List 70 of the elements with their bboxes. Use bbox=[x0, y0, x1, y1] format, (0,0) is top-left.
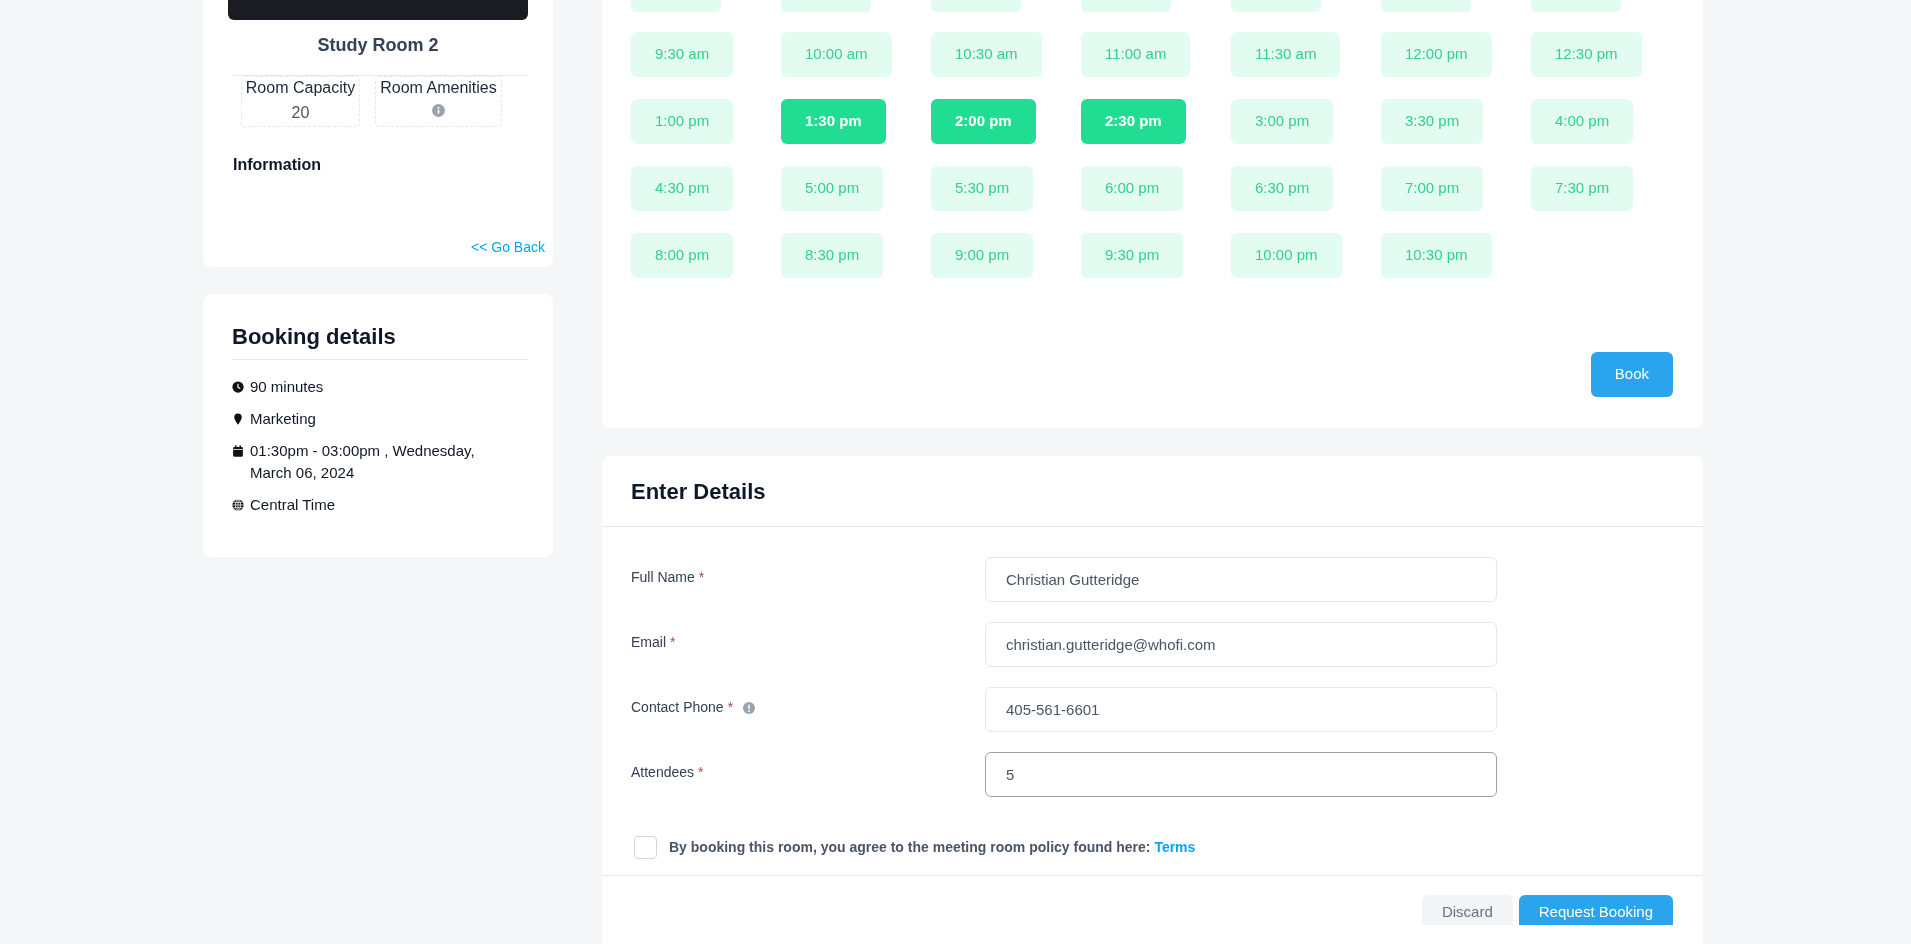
required-mark: * bbox=[727, 698, 734, 717]
time-slot-button[interactable] bbox=[1081, 0, 1171, 12]
agreement-checkbox[interactable] bbox=[634, 835, 657, 859]
time-slot-button[interactable]: 10:30 am bbox=[931, 32, 1042, 77]
capacity-label: Room Capacity bbox=[245, 78, 356, 98]
time-slot-button[interactable]: 1:30 pm bbox=[781, 99, 886, 144]
time-slot-button[interactable]: 9:30 pm bbox=[1081, 233, 1184, 278]
detail-text: Marketing bbox=[250, 409, 316, 429]
time-slot-button[interactable]: 11:00 am bbox=[1081, 32, 1191, 77]
discard-button[interactable]: Discard bbox=[1421, 895, 1513, 925]
information-heading: Information bbox=[233, 155, 322, 175]
info-icon[interactable] bbox=[432, 104, 445, 117]
time-slot-button[interactable] bbox=[781, 0, 871, 12]
time-slot-button[interactable]: 10:00 am bbox=[781, 32, 892, 77]
terms-link[interactable]: Terms bbox=[1154, 838, 1196, 855]
time-slot-button[interactable]: 10:00 pm bbox=[1231, 233, 1342, 278]
time-slot-button[interactable] bbox=[1231, 0, 1321, 12]
required-mark: * bbox=[670, 633, 676, 652]
time-slot-button[interactable]: 11:30 am bbox=[1231, 32, 1341, 77]
field-label: Contact Phone bbox=[631, 698, 724, 717]
field-label: Attendees bbox=[631, 763, 695, 782]
time-slot-button[interactable]: 12:30 pm bbox=[1531, 32, 1642, 77]
required-mark: * bbox=[698, 568, 705, 587]
time-slot-button[interactable]: 10:30 pm bbox=[1381, 233, 1492, 278]
capacity-value: 20 bbox=[291, 103, 310, 123]
text-field[interactable]: Christian Gutteridge bbox=[985, 557, 1497, 602]
field-label: Full Name bbox=[631, 568, 695, 587]
time-slot-button[interactable]: 6:00 pm bbox=[1081, 166, 1184, 211]
time-slot-button[interactable]: 4:00 pm bbox=[1531, 99, 1634, 144]
time-slot-button[interactable]: 8:00 pm bbox=[631, 233, 734, 278]
detail-text: 01:30pm - 03:00pm , Wednesday, March 06, 2024 bbox=[250, 441, 476, 483]
book-button[interactable]: Book bbox=[1590, 352, 1673, 397]
time-slot-button[interactable]: 9:30 am bbox=[631, 32, 734, 77]
time-slot-button[interactable] bbox=[1531, 0, 1621, 12]
time-slot-button[interactable] bbox=[1381, 0, 1471, 12]
time-slot-button[interactable]: 7:00 pm bbox=[1381, 166, 1484, 211]
amenities-label: Room Amenities bbox=[380, 78, 497, 98]
required-mark: * bbox=[698, 763, 704, 782]
room-title: Study Room 2 bbox=[316, 34, 440, 57]
time-slot-button[interactable]: 3:30 pm bbox=[1381, 99, 1484, 144]
time-slot-button[interactable]: 12:00 pm bbox=[1381, 32, 1492, 77]
time-slot-button[interactable]: 2:30 pm bbox=[1081, 99, 1186, 144]
time-slot-button[interactable]: 5:30 pm bbox=[931, 166, 1034, 211]
text-field[interactable]: 405-561-6601 bbox=[985, 687, 1497, 732]
time-slot-button[interactable]: 3:00 pm bbox=[1231, 99, 1334, 144]
time-slot-button[interactable]: 1:00 pm bbox=[631, 99, 734, 144]
time-slot-button[interactable] bbox=[931, 0, 1021, 12]
time-slot-button[interactable]: 8:30 pm bbox=[781, 233, 884, 278]
text-field[interactable]: christian.gutteridge@whofi.com bbox=[985, 622, 1497, 667]
time-slot-button[interactable]: 5:00 pm bbox=[781, 166, 884, 211]
agreement-text: By booking this room, you agree to the meeting room policy found here: Terms bbox=[669, 837, 1196, 857]
time-slot-button[interactable]: 2:00 pm bbox=[931, 99, 1036, 144]
time-slot-button[interactable]: 4:30 pm bbox=[631, 166, 734, 211]
go-back-link[interactable]: << Go Back bbox=[471, 237, 545, 258]
detail-text: Central Time bbox=[250, 495, 336, 515]
text-field[interactable]: 5 bbox=[985, 752, 1497, 797]
detail-text: 90 minutes bbox=[250, 377, 324, 397]
info-icon[interactable] bbox=[743, 701, 756, 714]
form-title: Enter Details bbox=[631, 477, 766, 506]
field-label: Email bbox=[631, 633, 666, 652]
time-slot-button[interactable]: 7:30 pm bbox=[1531, 166, 1634, 211]
request-booking-button[interactable]: Request Booking bbox=[1518, 895, 1673, 925]
time-slot-button[interactable]: 9:00 pm bbox=[931, 233, 1034, 278]
booking-details-title: Booking details bbox=[232, 320, 528, 360]
map-pin-icon bbox=[232, 413, 244, 425]
calendar-icon bbox=[232, 445, 244, 457]
time-slot-button[interactable] bbox=[631, 0, 721, 12]
globe-icon bbox=[232, 499, 244, 511]
time-slot-button[interactable]: 6:30 pm bbox=[1231, 166, 1334, 211]
clock-icon bbox=[232, 381, 244, 393]
